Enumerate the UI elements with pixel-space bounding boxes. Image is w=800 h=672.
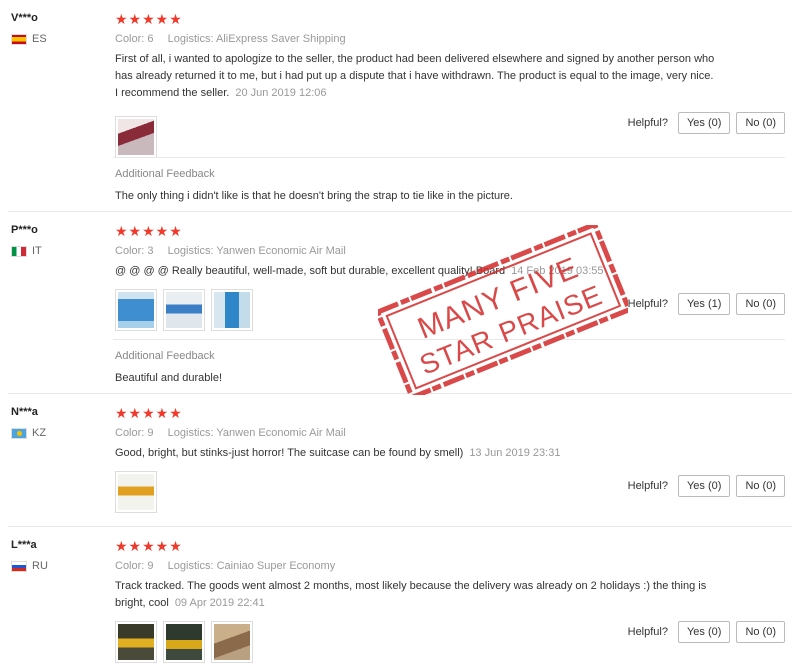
review-photo-thumbnail[interactable] bbox=[163, 621, 205, 663]
helpful-no-button[interactable]: No (0) bbox=[736, 475, 785, 497]
review-photo-thumbnail[interactable] bbox=[115, 116, 157, 158]
additional-feedback: Additional Feedback The only thing i did… bbox=[113, 157, 785, 202]
helpful-label: Helpful? bbox=[627, 480, 668, 492]
flag-it-icon bbox=[11, 245, 27, 257]
reviewer-country: ES bbox=[11, 33, 47, 45]
color-value: 9 bbox=[147, 560, 154, 572]
additional-feedback-title: Additional Feedback bbox=[115, 350, 215, 362]
review-divider bbox=[8, 526, 792, 527]
flag-kz-icon bbox=[11, 427, 27, 439]
reviewer-country: KZ bbox=[11, 427, 46, 439]
country-code: RU bbox=[32, 560, 48, 572]
review-photo-thumbnail[interactable] bbox=[115, 471, 157, 513]
review-divider bbox=[8, 211, 792, 212]
review-meta: Color: 9 Logistics: Yanwen Economic Air … bbox=[115, 427, 785, 439]
review-content: ★★★★★ Color: 9 Logistics: Cainiao Super … bbox=[115, 539, 785, 663]
review-item: N***a KZ ★★★★★ Color: 9 Logistics: Yanwe… bbox=[0, 406, 800, 527]
review-text: Good, bright, but stinks-just horror! Th… bbox=[115, 445, 715, 462]
helpful-yes-button[interactable]: Yes (0) bbox=[677, 621, 731, 643]
color-label: Color: bbox=[115, 427, 145, 439]
review-photo-thumbnail[interactable] bbox=[115, 289, 157, 331]
logistics-value: AliExpress Saver Shipping bbox=[215, 33, 346, 45]
additional-feedback: Additional Feedback Beautiful and durabl… bbox=[113, 339, 785, 384]
review-divider bbox=[8, 393, 792, 394]
review-date: 14 Feb 2019 03:55 bbox=[511, 265, 604, 277]
reviewer-country: IT bbox=[11, 245, 42, 257]
review-text-body: First of all, i wanted to apologize to t… bbox=[115, 53, 715, 99]
country-code: ES bbox=[32, 33, 47, 45]
helpful-vote: Helpful? Yes (0) No (0) bbox=[628, 112, 785, 134]
review-photo-thumbnail[interactable] bbox=[115, 621, 157, 663]
color-value: 9 bbox=[147, 427, 154, 439]
helpful-no-button[interactable]: No (0) bbox=[736, 621, 785, 643]
review-photo-thumbnail[interactable] bbox=[163, 289, 205, 331]
review-meta: Color: 3 Logistics: Yanwen Economic Air … bbox=[115, 245, 785, 257]
review-text-body: @ @ @ @ Really beautiful, well-made, sof… bbox=[115, 265, 506, 277]
helpful-vote: Helpful? Yes (1) No (0) bbox=[628, 293, 785, 315]
review-content: ★★★★★ Color: 6 Logistics: AliExpress Sav… bbox=[115, 12, 785, 158]
flag-ru-icon bbox=[11, 560, 27, 572]
logistics-value: Yanwen Economic Air Mail bbox=[216, 245, 346, 257]
review-text: First of all, i wanted to apologize to t… bbox=[115, 51, 715, 102]
star-rating: ★★★★★ bbox=[115, 11, 183, 27]
star-rating: ★★★★★ bbox=[115, 405, 183, 421]
additional-feedback-text: The only thing i didn't like is that he … bbox=[115, 190, 513, 202]
logistics-value: Cainiao Super Economy bbox=[216, 560, 336, 572]
helpful-yes-button[interactable]: Yes (0) bbox=[677, 112, 731, 134]
flag-es-icon bbox=[11, 33, 27, 45]
helpful-vote: Helpful? Yes (0) No (0) bbox=[628, 475, 785, 497]
review-date: 20 Jun 2019 12:06 bbox=[235, 87, 327, 99]
color-label: Color: bbox=[115, 245, 145, 257]
logistics-value: Yanwen Economic Air Mail bbox=[216, 427, 346, 439]
review-text: @ @ @ @ Really beautiful, well-made, sof… bbox=[115, 263, 715, 280]
review-meta: Color: 6 Logistics: AliExpress Saver Shi… bbox=[115, 33, 785, 45]
review-date: 09 Apr 2019 22:41 bbox=[174, 597, 265, 609]
star-rating: ★★★★★ bbox=[115, 223, 183, 239]
helpful-yes-button[interactable]: Yes (0) bbox=[677, 475, 731, 497]
color-value: 6 bbox=[147, 33, 154, 45]
country-code: IT bbox=[32, 245, 42, 257]
reviewer-country: RU bbox=[11, 560, 48, 572]
additional-feedback-title: Additional Feedback bbox=[115, 168, 215, 180]
reviewer-name: V***o bbox=[11, 12, 38, 24]
review-meta: Color: 9 Logistics: Cainiao Super Econom… bbox=[115, 560, 785, 572]
reviewer-name: P***o bbox=[11, 224, 38, 236]
reviewer-name: N***a bbox=[11, 406, 38, 418]
helpful-vote: Helpful? Yes (0) No (0) bbox=[628, 621, 785, 643]
reviewer-name: L***a bbox=[11, 539, 37, 551]
additional-feedback-text: Beautiful and durable! bbox=[115, 372, 223, 384]
color-label: Color: bbox=[115, 33, 145, 45]
color-label: Color: bbox=[115, 560, 145, 572]
logistics-label: Logistics: bbox=[167, 33, 214, 45]
logistics-label: Logistics: bbox=[167, 427, 214, 439]
review-photo-thumbnail[interactable] bbox=[211, 289, 253, 331]
helpful-label: Helpful? bbox=[627, 626, 668, 638]
color-value: 3 bbox=[147, 245, 154, 257]
review-item: V***o ES ★★★★★ Color: 6 Logistics: AliEx… bbox=[0, 12, 800, 212]
review-photo-thumbnail[interactable] bbox=[211, 621, 253, 663]
helpful-yes-button[interactable]: Yes (1) bbox=[677, 293, 731, 315]
helpful-no-button[interactable]: No (0) bbox=[736, 112, 785, 134]
review-text: Track tracked. The goods went almost 2 m… bbox=[115, 578, 715, 612]
star-rating: ★★★★★ bbox=[115, 538, 183, 554]
country-code: KZ bbox=[32, 427, 47, 439]
helpful-label: Helpful? bbox=[627, 298, 668, 310]
helpful-no-button[interactable]: No (0) bbox=[736, 293, 785, 315]
helpful-label: Helpful? bbox=[627, 117, 668, 129]
logistics-label: Logistics: bbox=[167, 245, 214, 257]
review-text-body: Good, bright, but stinks-just horror! Th… bbox=[115, 447, 464, 459]
review-item: L***a RU ★★★★★ Color: 9 Logistics: Caini… bbox=[0, 539, 800, 672]
logistics-label: Logistics: bbox=[167, 560, 214, 572]
review-item: P***o IT ★★★★★ Color: 3 Logistics: Yanwe… bbox=[0, 224, 800, 394]
review-date: 13 Jun 2019 23:31 bbox=[469, 447, 561, 459]
